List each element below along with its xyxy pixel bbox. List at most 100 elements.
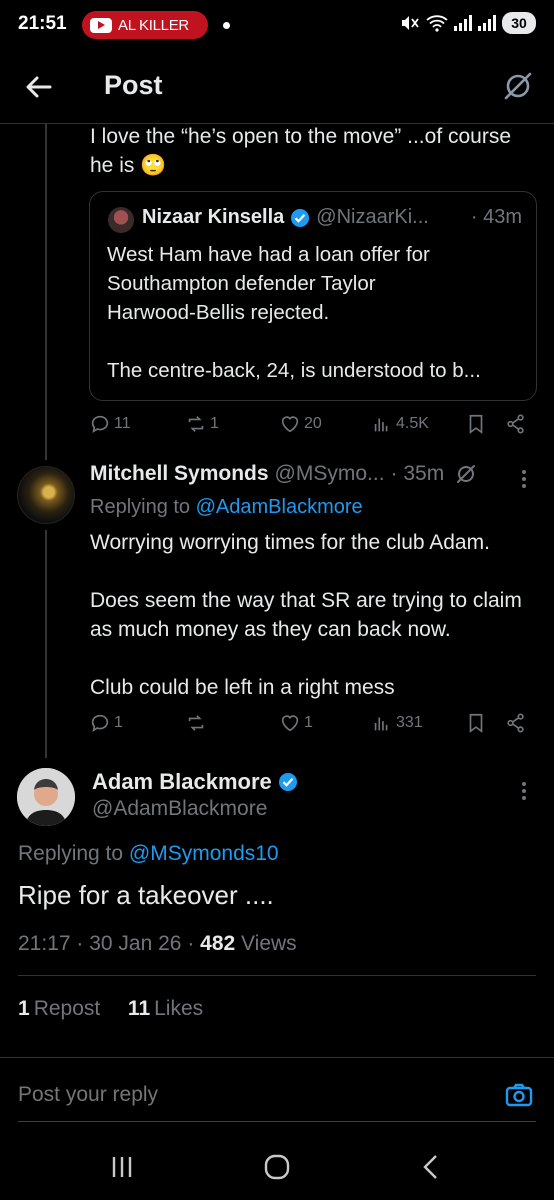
composer-divider — [0, 1057, 554, 1058]
parent-text-line2-words: he is — [90, 154, 135, 177]
main-replying-prefix: Replying to — [18, 842, 124, 865]
views-button-2[interactable]: 331 — [371, 712, 423, 734]
eye-roll-emoji: 🙄 — [140, 154, 167, 177]
mute-icon — [402, 16, 419, 30]
parent-text-line2: he is 🙄 — [90, 151, 540, 180]
quote-author-handle: @NizaarKi... — [316, 206, 429, 228]
likes-stat-label: Likes — [154, 997, 204, 1020]
views-icon — [374, 418, 388, 432]
reply-icon — [91, 415, 109, 434]
reposts-stat[interactable]: 1 Repost — [18, 997, 100, 1020]
reply-paragraph-1: Worrying worrying times for the club Ada… — [90, 531, 490, 554]
reply-action-bar: 1 1 331 — [89, 712, 537, 742]
likes-stat[interactable]: 11 Likes — [128, 997, 203, 1020]
post-time: 21:17 — [18, 932, 71, 955]
like-count: 20 — [304, 415, 322, 432]
avatar-mitchell[interactable] — [17, 466, 75, 524]
signal-icon-2 — [478, 15, 496, 31]
quote-avatar — [108, 207, 134, 233]
thread-line-bottom — [45, 530, 47, 758]
composer-underline — [18, 1121, 536, 1122]
notification-label: AL KILLER — [118, 16, 189, 34]
thread-line-top — [45, 124, 47, 460]
bookmark-button-2[interactable] — [465, 712, 487, 734]
reply-paragraph-2: Does seem the way that SR are trying to … — [90, 589, 522, 641]
reply-icon — [91, 714, 109, 733]
parent-action-bar: 11 1 20 4.5K — [89, 413, 537, 443]
bookmark-icon — [469, 414, 483, 434]
main-replying-to: Replying to @MSymonds10 — [18, 842, 279, 866]
verified-badge-icon — [291, 208, 310, 227]
share-button[interactable] — [505, 413, 527, 435]
post-meta: 21:17 · 30 Jan 26 · 482 Views — [18, 932, 297, 955]
quoted-post-card[interactable]: Nizaar Kinsella @NizaarKi... · 43m West … — [89, 191, 537, 401]
battery-icon: 30 — [502, 12, 536, 34]
divider — [18, 975, 536, 976]
repost-button-2[interactable] — [185, 712, 210, 734]
reply-button-2[interactable]: 1 — [89, 712, 123, 734]
reply-author-name[interactable]: Mitchell Symonds — [90, 462, 269, 486]
reply-replying-to: Replying to @AdamBlackmore — [90, 496, 363, 519]
replying-prefix: Replying to — [90, 496, 191, 518]
recent-apps-icon[interactable] — [104, 1152, 140, 1182]
repost-icon — [188, 715, 204, 731]
like-button[interactable]: 20 — [279, 413, 322, 435]
more-options-icon[interactable] — [514, 467, 534, 491]
quote-author-name: Nizaar Kinsella — [142, 206, 285, 228]
heart-icon — [281, 416, 299, 433]
post-views-count: 482 — [200, 932, 236, 955]
back-arrow-icon[interactable] — [22, 70, 56, 104]
views-count-2: 331 — [396, 714, 423, 731]
parent-tweet-text: I love the “he’s open to the move” ...of… — [90, 122, 540, 180]
avatar-adam-image — [17, 768, 75, 826]
reply-paragraph-3: Club could be left in a right mess — [90, 676, 395, 699]
like-button-2[interactable]: 1 — [279, 712, 313, 734]
signal-icon — [454, 15, 472, 31]
share-button-2[interactable] — [505, 712, 527, 734]
status-bar: 21:51 AL KILLER 30 — [0, 0, 554, 50]
reply-button[interactable]: 11 — [89, 413, 131, 435]
heart-icon — [281, 715, 299, 732]
likes-stat-count: 11 — [127, 997, 151, 1020]
reply-input[interactable] — [18, 1083, 478, 1107]
reply-count: 11 — [114, 415, 131, 432]
reply-body: Worrying worrying times for the club Ada… — [90, 528, 540, 702]
main-post-text: Ripe for a takeover .... — [18, 880, 274, 910]
post-date: 30 Jan 26 — [89, 932, 182, 955]
main-author-row: Adam Blackmore — [92, 769, 304, 795]
reply-time: · 35m — [390, 462, 445, 485]
top-app-bar: Post — [0, 50, 554, 124]
reposts-stat-label: Repost — [33, 997, 101, 1020]
quote-body: West Ham have had a loan offer for South… — [107, 243, 481, 382]
post-views-label: Views — [241, 932, 297, 955]
youtube-icon — [90, 17, 112, 33]
system-nav-bar — [0, 1140, 554, 1200]
views-count: 4.5K — [396, 415, 429, 432]
replying-to-link[interactable]: @AdamBlackmore — [196, 496, 363, 518]
bookmark-button[interactable] — [465, 413, 487, 435]
status-icons: 30 — [400, 12, 536, 34]
back-nav-icon[interactable] — [414, 1152, 450, 1182]
main-author-handle: @AdamBlackmore — [92, 797, 268, 820]
main-author-name[interactable]: Adam Blackmore — [92, 769, 272, 795]
notification-dot-icon — [223, 22, 230, 29]
reply-count-2: 1 — [114, 714, 123, 731]
share-icon — [507, 414, 524, 434]
notification-pill[interactable]: AL KILLER — [82, 11, 208, 39]
grok-icon[interactable] — [500, 68, 536, 104]
like-count-2: 1 — [304, 714, 313, 731]
page-title: Post — [104, 70, 163, 100]
home-icon[interactable] — [259, 1152, 295, 1182]
camera-icon[interactable] — [504, 1080, 534, 1110]
avatar-adam[interactable] — [17, 768, 75, 826]
repost-count: 1 — [210, 415, 219, 432]
views-button[interactable]: 4.5K — [371, 413, 429, 435]
reply-header: Mitchell Symonds @MSymo... · 35m — [90, 462, 494, 486]
bookmark-icon — [469, 713, 483, 733]
main-replying-link[interactable]: @MSymonds10 — [129, 842, 279, 865]
quote-time: · 43m — [470, 206, 522, 228]
grok-small-icon[interactable] — [454, 462, 478, 486]
repost-button[interactable]: 1 — [185, 413, 219, 435]
reply-author-handle: @MSymo... — [274, 462, 385, 485]
more-options-icon-main[interactable] — [514, 779, 534, 803]
